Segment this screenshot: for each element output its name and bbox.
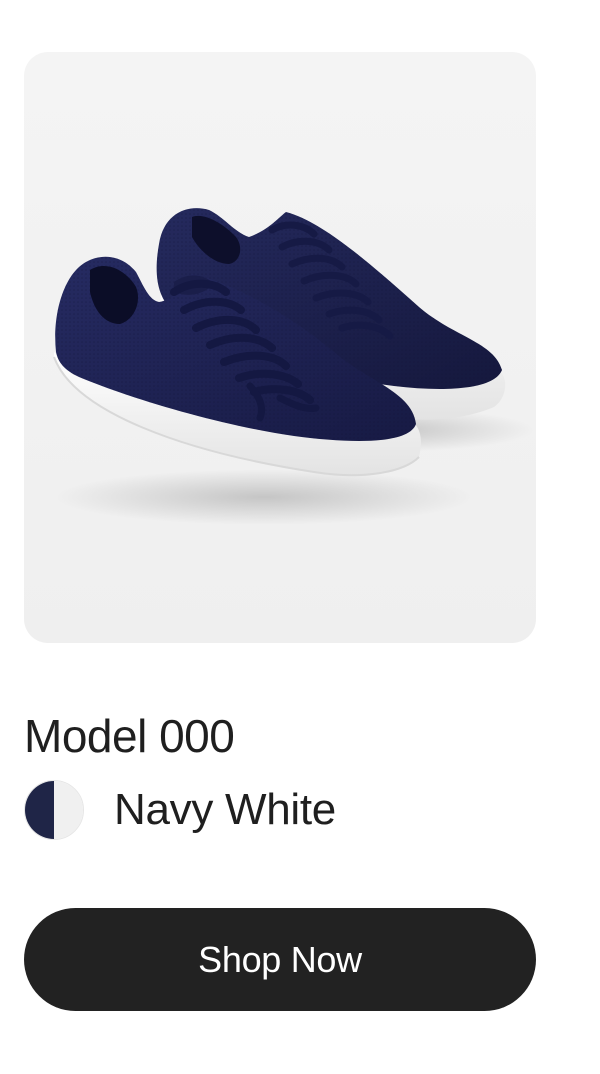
swatch-primary: [25, 781, 54, 839]
shop-now-button[interactable]: Shop Now: [24, 908, 536, 1011]
color-swatch[interactable]: [24, 780, 84, 840]
color-option[interactable]: Navy White: [24, 779, 336, 841]
product-image[interactable]: [24, 52, 536, 643]
swatch-secondary: [54, 781, 83, 839]
color-name: Navy White: [114, 785, 336, 834]
product-card: Model 000 Navy White Shop Now: [0, 0, 600, 1074]
product-title[interactable]: Model 000: [24, 706, 235, 766]
sneaker-pair-image: [53, 208, 534, 525]
